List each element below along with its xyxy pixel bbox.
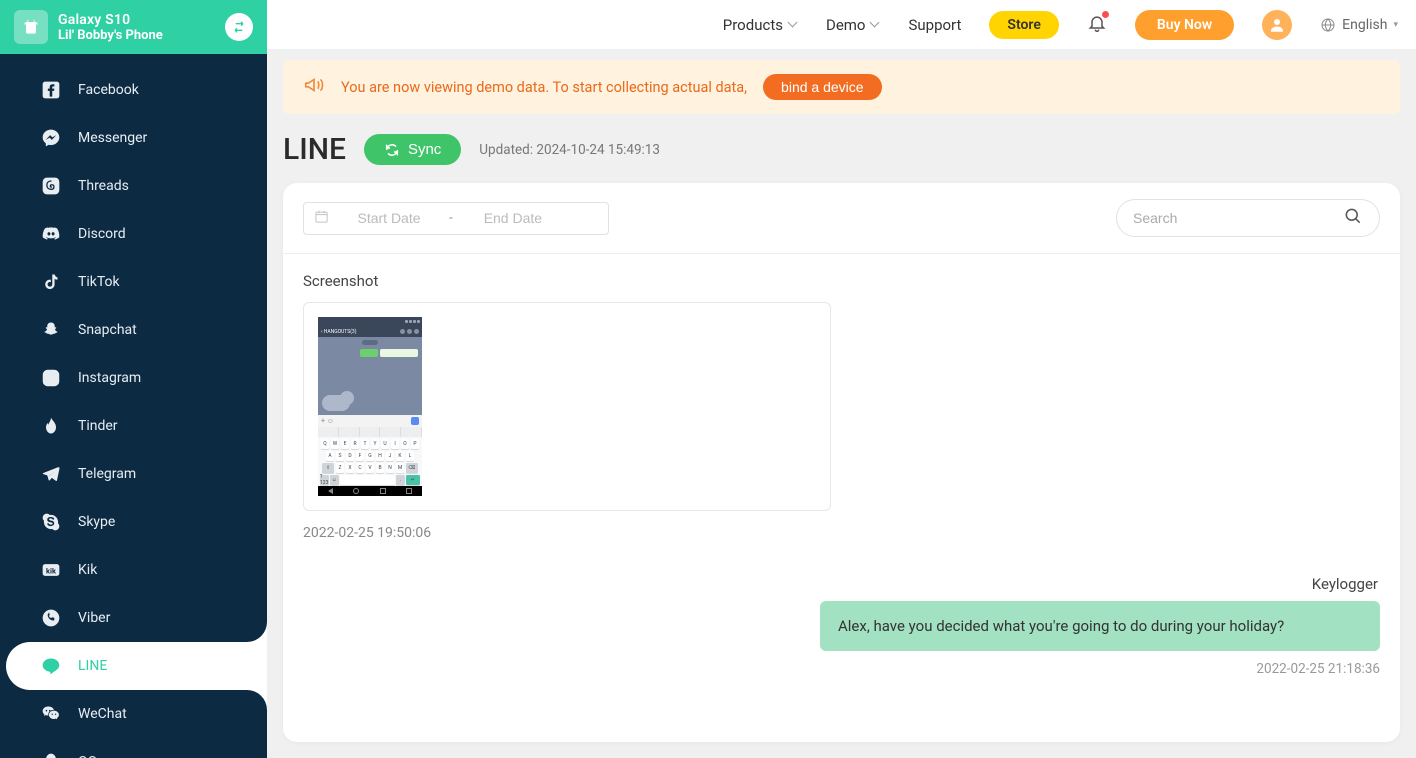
sidebar-item-telegram[interactable]: Telegram bbox=[0, 450, 267, 498]
sidebar-item-wechat[interactable]: WeChat bbox=[0, 690, 267, 738]
sidebar-item-label: QQ bbox=[78, 754, 97, 758]
sidebar-item-label: Kik bbox=[78, 562, 97, 578]
sidebar-item-facebook[interactable]: Facebook bbox=[0, 66, 267, 114]
line-icon bbox=[40, 655, 62, 677]
sidebar-item-label: LINE bbox=[78, 658, 107, 674]
notification-dot bbox=[1102, 11, 1109, 18]
sidebar-item-kik[interactable]: kik Kik bbox=[0, 546, 267, 594]
sidebar-item-label: TikTok bbox=[78, 274, 120, 290]
account-avatar[interactable] bbox=[1262, 10, 1292, 40]
notifications-button[interactable] bbox=[1087, 13, 1107, 37]
keylogger-timestamp: 2022-02-25 21:18:36 bbox=[303, 661, 1380, 677]
sidebar-item-label: Threads bbox=[78, 178, 129, 194]
kik-icon: kik bbox=[40, 559, 62, 581]
wechat-icon bbox=[40, 703, 62, 725]
tinder-icon bbox=[40, 415, 62, 437]
sidebar-item-label: Snapchat bbox=[78, 322, 137, 338]
device-name: Lil' Bobby's Phone bbox=[58, 28, 215, 43]
content-card: - Screenshot ‹ HANGOUTS(3) bbox=[283, 183, 1400, 742]
sidebar-item-label: Telegram bbox=[78, 466, 136, 482]
keylogger-bubble: Alex, have you decided what you're going… bbox=[820, 601, 1380, 651]
sync-icon bbox=[384, 142, 400, 158]
sidebar-item-tinder[interactable]: Tinder bbox=[0, 402, 267, 450]
keylogger-section: Keylogger Alex, have you decided what yo… bbox=[303, 575, 1380, 677]
threads-icon bbox=[40, 175, 62, 197]
screenshot-timestamp: 2022-02-25 19:50:06 bbox=[303, 525, 1380, 541]
banner-text: You are now viewing demo data. To start … bbox=[341, 79, 747, 96]
sidebar-item-label: Discord bbox=[78, 226, 126, 242]
screenshot-thumbnail[interactable]: ‹ HANGOUTS(3) + ☺ QWERTYUIOP ASDFGHJKL bbox=[303, 302, 831, 511]
start-date-input[interactable] bbox=[339, 210, 439, 226]
sidebar-item-label: Viber bbox=[78, 610, 110, 626]
sidebar-item-line[interactable]: LINE bbox=[6, 642, 267, 690]
viber-icon bbox=[40, 607, 62, 629]
sidebar-item-instagram[interactable]: Instagram bbox=[0, 354, 267, 402]
sidebar-item-messenger[interactable]: Messenger bbox=[0, 114, 267, 162]
sidebar-item-label: Tinder bbox=[78, 418, 118, 434]
screenshot-label: Screenshot bbox=[303, 272, 1380, 290]
sync-button[interactable]: Sync bbox=[364, 134, 461, 165]
discord-icon bbox=[40, 223, 62, 245]
search-input[interactable] bbox=[1133, 210, 1333, 226]
android-icon bbox=[14, 10, 48, 44]
sidebar-item-label: WeChat bbox=[78, 706, 127, 722]
sidebar-item-qq[interactable]: QQ bbox=[0, 738, 267, 758]
nav-products[interactable]: Products bbox=[723, 16, 796, 34]
swap-device-button[interactable] bbox=[225, 13, 253, 41]
sidebar-item-discord[interactable]: Discord bbox=[0, 210, 267, 258]
telegram-icon bbox=[40, 463, 62, 485]
updated-label: Updated: 2024-10-24 15:49:13 bbox=[479, 142, 660, 158]
device-header: Galaxy S10 Lil' Bobby's Phone bbox=[0, 0, 267, 54]
search-box[interactable] bbox=[1116, 199, 1380, 237]
skype-icon bbox=[40, 511, 62, 533]
language-selector[interactable]: English ▾ bbox=[1320, 17, 1398, 33]
sidebar: Galaxy S10 Lil' Bobby's Phone Facebook Me… bbox=[0, 0, 267, 758]
keylogger-label: Keylogger bbox=[303, 575, 1380, 593]
device-model: Galaxy S10 bbox=[58, 12, 215, 28]
sidebar-item-label: Skype bbox=[78, 514, 115, 530]
sidebar-nav[interactable]: Facebook Messenger Threads Discord TikTok Sna… bbox=[0, 54, 267, 758]
nav-demo[interactable]: Demo bbox=[826, 16, 879, 34]
end-date-input[interactable] bbox=[463, 210, 563, 226]
sidebar-item-threads[interactable]: Threads bbox=[0, 162, 267, 210]
tiktok-icon bbox=[40, 271, 62, 293]
search-icon bbox=[1343, 206, 1363, 230]
instagram-icon bbox=[40, 367, 62, 389]
sidebar-item-snapchat[interactable]: Snapchat bbox=[0, 306, 267, 354]
facebook-icon bbox=[40, 79, 62, 101]
sidebar-item-label: Facebook bbox=[78, 82, 139, 98]
date-range-picker[interactable]: - bbox=[303, 202, 609, 235]
sidebar-item-skype[interactable]: Skype bbox=[0, 498, 267, 546]
phone-mockup: ‹ HANGOUTS(3) + ☺ QWERTYUIOP ASDFGHJKL bbox=[318, 317, 422, 496]
topbar: Products Demo Support Store Buy Now Engl… bbox=[267, 0, 1416, 50]
page-title: LINE bbox=[283, 132, 346, 167]
store-button[interactable]: Store bbox=[989, 11, 1058, 39]
sidebar-item-label: Instagram bbox=[78, 370, 141, 386]
sidebar-item-viber[interactable]: Viber bbox=[0, 594, 267, 642]
demo-banner: You are now viewing demo data. To start … bbox=[283, 60, 1400, 114]
qq-icon bbox=[40, 751, 62, 758]
megaphone-icon bbox=[303, 74, 325, 100]
screenshot-section: Screenshot ‹ HANGOUTS(3) + ☺ bbox=[303, 272, 1380, 541]
nav-support[interactable]: Support bbox=[908, 16, 961, 34]
sidebar-item-tiktok[interactable]: TikTok bbox=[0, 258, 267, 306]
calendar-icon bbox=[314, 209, 329, 228]
messenger-icon bbox=[40, 127, 62, 149]
buy-now-button[interactable]: Buy Now bbox=[1135, 10, 1234, 40]
snapchat-icon bbox=[40, 319, 62, 341]
svg-text:kik: kik bbox=[46, 566, 57, 575]
bind-device-button[interactable]: bind a device bbox=[763, 74, 882, 100]
sidebar-item-label: Messenger bbox=[78, 130, 147, 146]
